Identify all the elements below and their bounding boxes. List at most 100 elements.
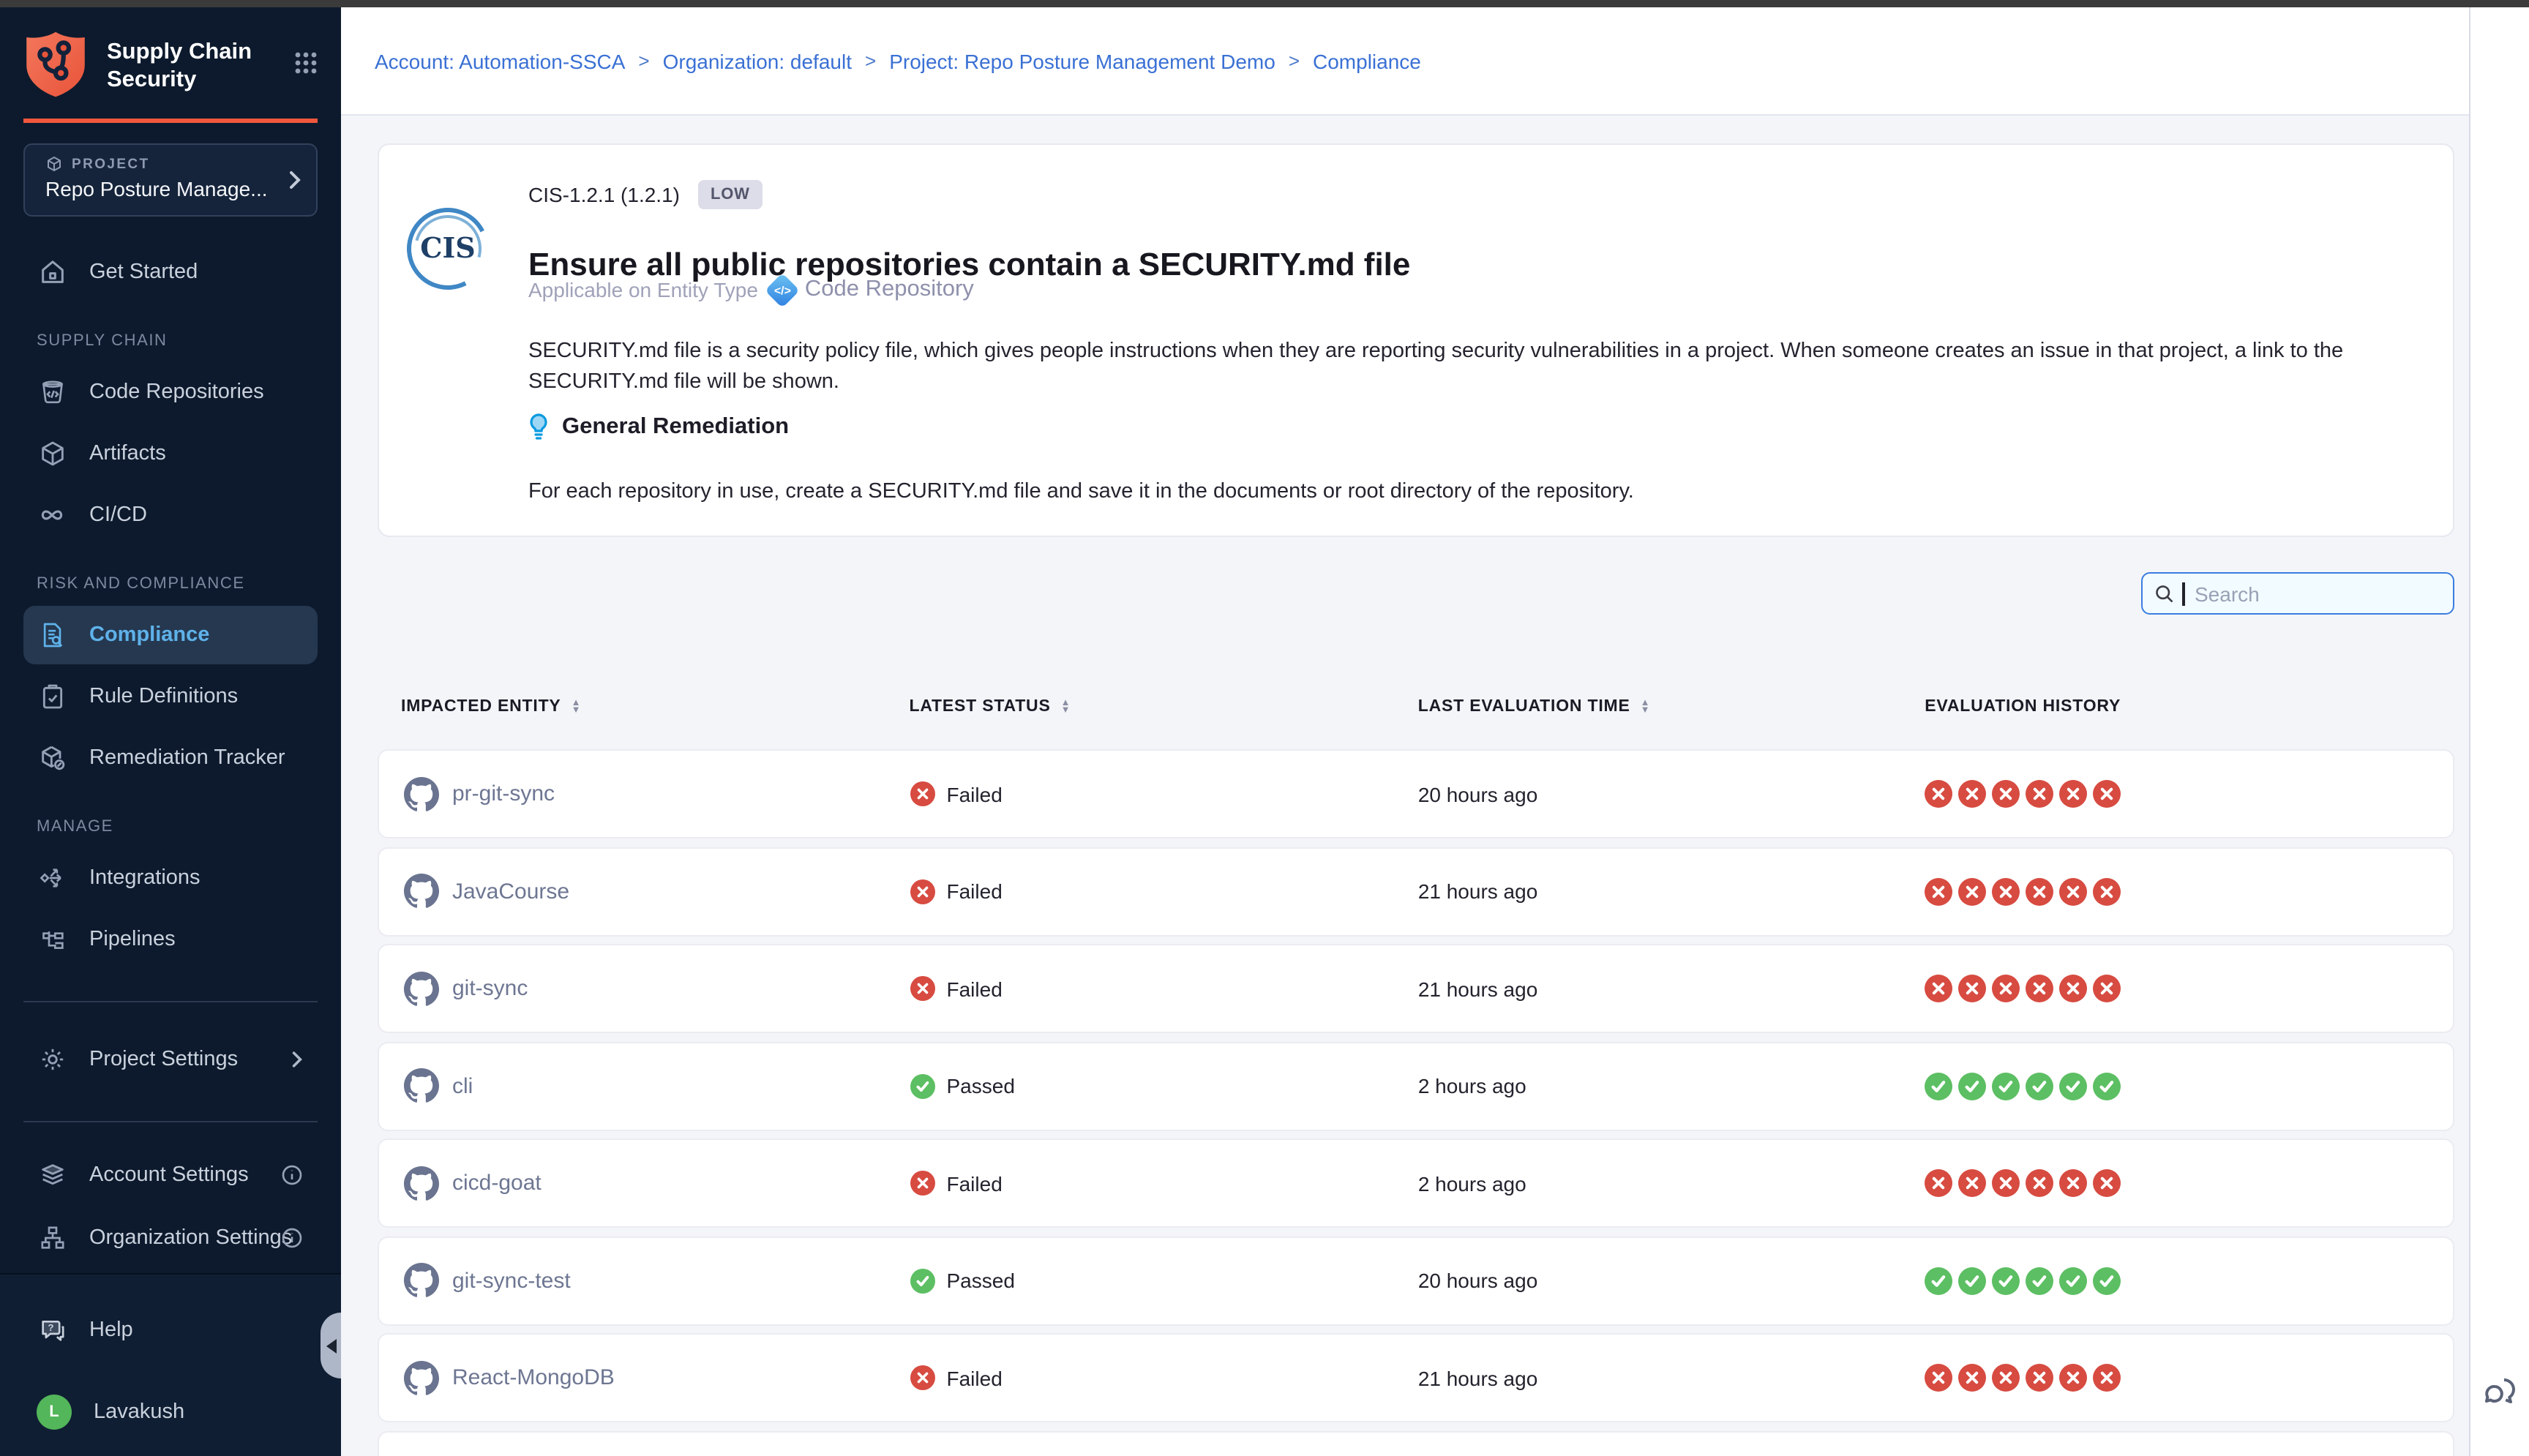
project-label-row: PROJECT <box>45 155 278 173</box>
module-grid-icon[interactable] <box>294 51 318 75</box>
support-chat-icon[interactable] <box>2479 1373 2520 1414</box>
sidebar-item-artifacts[interactable]: Artifacts <box>23 424 318 483</box>
history-pass-icon <box>2058 1267 2086 1294</box>
cis-logo: CIS <box>407 208 489 290</box>
history-fail-icon <box>1924 975 1952 1002</box>
search-input[interactable] <box>2192 580 2417 607</box>
entity-name: cicd-goat <box>452 1171 542 1196</box>
supply-chain-security-logo-icon <box>23 31 88 100</box>
breadcrumb-project[interactable]: Project: Repo Posture Management Demo <box>889 49 1275 72</box>
lightbulb-icon <box>528 413 549 440</box>
history-fail-icon <box>2092 975 2120 1002</box>
history-fail-icon <box>2058 877 2086 905</box>
sidebar-item-pipelines[interactable]: Pipelines <box>23 910 318 969</box>
evaluation-time: 20 hours ago <box>1418 1269 1537 1292</box>
table-header: IMPACTED ENTITY▲▼ LATEST STATUS▲▼ LAST E… <box>378 698 2454 716</box>
history-fail-icon <box>1957 1169 1985 1197</box>
impacted-entity-cell[interactable]: pr-git-sync <box>379 776 910 811</box>
sidebar-item-help[interactable]: ? Help <box>23 1301 318 1359</box>
rule-id: CIS-1.2.1 (1.2.1) <box>528 183 680 206</box>
sort-icon[interactable]: ▲▼ <box>572 699 582 715</box>
history-fail-icon <box>1991 1364 2019 1392</box>
brand-accent-rule <box>23 119 318 123</box>
entity-name: pr-git-sync <box>452 781 555 806</box>
table-row[interactable]: pr-git-syncFailed20 hours ago <box>378 749 2454 838</box>
evaluation-history-cell <box>1924 1267 2453 1294</box>
info-icon[interactable] <box>281 1227 303 1249</box>
sidebar-item-organization-settings[interactable]: Organization Settings <box>23 1209 318 1267</box>
org-chart-gear-icon <box>37 1223 67 1253</box>
breadcrumb-organization[interactable]: Organization: default <box>663 49 852 72</box>
info-icon[interactable] <box>281 1164 303 1186</box>
failed-status-icon <box>910 1171 935 1196</box>
github-icon <box>404 971 439 1006</box>
column-evaluation-history: EVALUATION HISTORY <box>1925 698 2454 716</box>
remediation-text: For each repository in use, create a SEC… <box>528 479 2409 503</box>
evaluation-time: 21 hours ago <box>1418 977 1537 1000</box>
breadcrumb-account[interactable]: Account: Automation-SSCA <box>375 49 625 72</box>
clipboard-check-icon <box>37 681 67 712</box>
history-fail-icon <box>1924 1364 1952 1392</box>
history-fail-icon <box>2058 1169 2086 1197</box>
project-selector[interactable]: PROJECT Repo Posture Manage... <box>23 143 318 217</box>
sidebar-item-get-started[interactable]: Get Started <box>23 243 318 301</box>
breadcrumb: Account: Automation-SSCA > Organization:… <box>341 7 2470 116</box>
breadcrumb-compliance[interactable]: Compliance <box>1313 49 1421 72</box>
table-row[interactable]: git-sync-testPassed20 hours ago <box>378 1236 2454 1325</box>
table-row[interactable]: cicd-goatFailed2 hours ago <box>378 1138 2454 1228</box>
evaluation-time: 21 hours ago <box>1418 1366 1537 1389</box>
latest-status-cell: Passed <box>910 1073 1418 1098</box>
history-fail-icon <box>2025 1169 2053 1197</box>
sidebar: Supply Chain Security PROJECT Repo Postu… <box>0 7 341 1456</box>
compliance-content: CIS CIS-1.2.1 (1.2.1) LOW Ensure all pub… <box>341 116 2470 1456</box>
failed-status-icon <box>910 1365 935 1390</box>
user-menu[interactable]: L Lavakush <box>23 1383 318 1441</box>
sidebar-item-account-settings[interactable]: Account Settings <box>23 1146 318 1204</box>
entity-name: React-MongoDB <box>452 1365 615 1390</box>
column-impacted-entity[interactable]: IMPACTED ENTITY▲▼ <box>378 698 910 716</box>
github-icon <box>404 1360 439 1395</box>
rule-detail-card: CIS CIS-1.2.1 (1.2.1) LOW Ensure all pub… <box>378 143 2454 537</box>
history-pass-icon <box>2058 1072 2086 1100</box>
sidebar-item-remediation-tracker[interactable]: Remediation Tracker <box>23 729 318 787</box>
history-pass-icon <box>2025 1267 2053 1294</box>
sort-icon[interactable]: ▲▼ <box>1061 699 1071 715</box>
sidebar-item-code-repositories[interactable]: Code Repositories <box>23 363 318 421</box>
entity-name: git-sync-test <box>452 1268 571 1293</box>
column-last-evaluation-time[interactable]: LAST EVALUATION TIME▲▼ <box>1418 698 1925 716</box>
impacted-entity-cell[interactable]: cicd-goat <box>379 1166 910 1201</box>
table-row[interactable]: cliPassed2 hours ago <box>378 1041 2454 1130</box>
impacted-entity-cell[interactable]: JavaCourse <box>379 874 910 909</box>
impacted-entity-cell[interactable]: git-sync <box>379 971 910 1006</box>
evaluation-history-cell <box>1924 780 2453 808</box>
history-pass-icon <box>2025 1072 2053 1100</box>
impacted-entity-cell[interactable]: git-sync-test <box>379 1263 910 1298</box>
table-row[interactable]: React-MongoDBFailed21 hours ago <box>378 1333 2454 1422</box>
integrations-share-icon <box>37 863 67 893</box>
sidebar-item-compliance[interactable]: Compliance <box>23 606 318 664</box>
sidebar-item-cicd[interactable]: CI/CD <box>23 486 318 544</box>
evaluation-history-cell <box>1924 1169 2453 1197</box>
table-row[interactable] <box>378 1430 2454 1456</box>
table-row[interactable]: git-syncFailed21 hours ago <box>378 944 2454 1033</box>
history-fail-icon <box>2092 780 2120 808</box>
sidebar-header: Supply Chain Security <box>0 7 341 100</box>
help-chat-icon: ? <box>37 1315 67 1346</box>
sort-icon[interactable]: ▲▼ <box>1641 699 1651 715</box>
impacted-entity-cell[interactable]: React-MongoDB <box>379 1360 910 1395</box>
sidebar-collapse-handle[interactable] <box>321 1313 341 1378</box>
history-fail-icon <box>1924 1169 1952 1197</box>
evaluation-time: 20 hours ago <box>1418 782 1537 806</box>
sidebar-item-rule-definitions[interactable]: Rule Definitions <box>23 667 318 726</box>
impacted-entity-cell[interactable]: cli <box>379 1068 910 1103</box>
last-evaluation-time-cell: 20 hours ago <box>1418 782 1924 806</box>
failed-status-icon <box>910 976 935 1001</box>
sidebar-item-project-settings[interactable]: Project Settings <box>23 1030 318 1089</box>
table-row[interactable]: JavaCourseFailed21 hours ago <box>378 847 2454 936</box>
status-label: Failed <box>947 1171 1003 1195</box>
code-repository-icon <box>37 377 67 408</box>
sidebar-item-integrations[interactable]: Integrations <box>23 849 318 907</box>
last-evaluation-time-cell: 21 hours ago <box>1418 1366 1924 1389</box>
column-latest-status[interactable]: LATEST STATUS▲▼ <box>910 698 1418 716</box>
entity-type-chip[interactable]: </> Code Repository <box>770 277 974 303</box>
